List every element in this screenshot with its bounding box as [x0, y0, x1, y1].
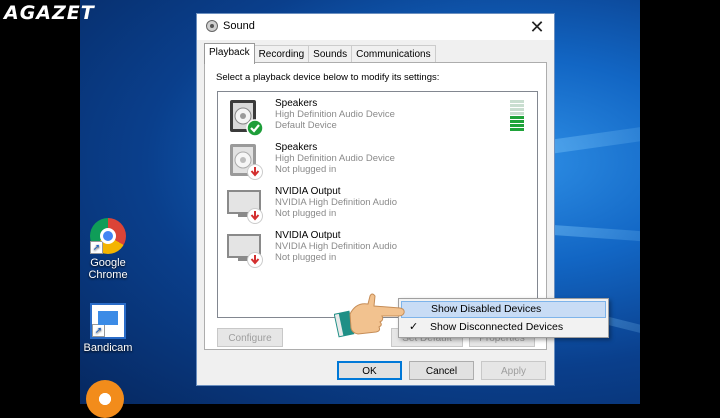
device-description: High Definition Audio Device [275, 109, 395, 120]
menu-item-label: Show Disconnected Devices [430, 321, 564, 333]
device-description: NVIDIA High Definition Audio [275, 197, 397, 208]
menu-item-label: Show Disabled Devices [431, 303, 542, 315]
dialog-title: Sound [223, 20, 255, 32]
device-item-nvidia-output-1[interactable]: NVIDIA Output NVIDIA High Definition Aud… [224, 184, 524, 226]
apply-button[interactable]: Apply [481, 361, 546, 380]
configure-button[interactable]: Configure [217, 328, 283, 347]
device-name: Speakers [275, 98, 318, 109]
volume-level-meter [510, 100, 524, 132]
monitor-icon [227, 234, 263, 268]
menu-item-show-disconnected-devices[interactable]: ✓ Show Disconnected Devices [401, 319, 606, 336]
device-item-speakers-unplugged[interactable]: Speakers High Definition Audio Device No… [224, 140, 524, 182]
device-item-speakers-default[interactable]: Speakers High Definition Audio Device De… [224, 96, 524, 138]
close-button[interactable]: ✕ [526, 16, 548, 38]
device-status: Default Device [275, 120, 337, 131]
device-description: High Definition Audio Device [275, 153, 395, 164]
instruction-text: Select a playback device below to modify… [216, 72, 440, 83]
check-badge-icon [246, 119, 264, 136]
tab-playback[interactable]: Playback [204, 43, 255, 64]
chrome-icon: ➚ [90, 218, 126, 254]
desktop-icon-bandicam[interactable]: ➚ Bandicam [83, 303, 133, 354]
cancel-button[interactable]: Cancel [409, 361, 474, 380]
speaker-icon [230, 144, 263, 180]
device-item-nvidia-output-2[interactable]: NVIDIA Output NVIDIA High Definition Aud… [224, 228, 524, 270]
menu-item-show-disabled-devices[interactable]: Show Disabled Devices [401, 301, 606, 318]
device-status: Not plugged in [275, 164, 337, 175]
shortcut-arrow-icon: ➚ [92, 324, 105, 337]
checkmark-icon: ✓ [409, 321, 419, 333]
device-name: NVIDIA Output [275, 186, 341, 197]
device-status: Not plugged in [275, 252, 337, 263]
desktop-icon-google-chrome[interactable]: ➚ Google Chrome [83, 218, 133, 281]
bandicam-icon: ➚ [90, 303, 126, 339]
speaker-icon [230, 100, 264, 136]
watermark-logo: AGAZET [4, 2, 95, 24]
device-description: NVIDIA High Definition Audio [275, 241, 397, 252]
desktop-icon-label: Chrome [88, 269, 128, 281]
title-bar[interactable]: Sound ✕ [197, 14, 554, 40]
device-status: Not plugged in [275, 208, 337, 219]
monitor-icon [227, 190, 263, 224]
tab-strip: Playback Recording Sounds Communications [204, 43, 436, 64]
device-name: NVIDIA Output [275, 230, 341, 241]
speaker-app-icon [206, 20, 218, 32]
ok-button[interactable]: OK [337, 361, 402, 380]
context-menu: Show Disabled Devices ✓ Show Disconnecte… [398, 298, 609, 338]
pointing-hand-icon [334, 293, 405, 338]
desktop-icon-label: Bandicam [83, 342, 133, 354]
device-name: Speakers [275, 142, 318, 153]
app-icon-partial[interactable] [86, 380, 124, 418]
shortcut-arrow-icon: ➚ [90, 241, 103, 254]
desktop-icon-label: Google [90, 257, 126, 269]
device-list[interactable]: Speakers High Definition Audio Device De… [217, 91, 538, 318]
